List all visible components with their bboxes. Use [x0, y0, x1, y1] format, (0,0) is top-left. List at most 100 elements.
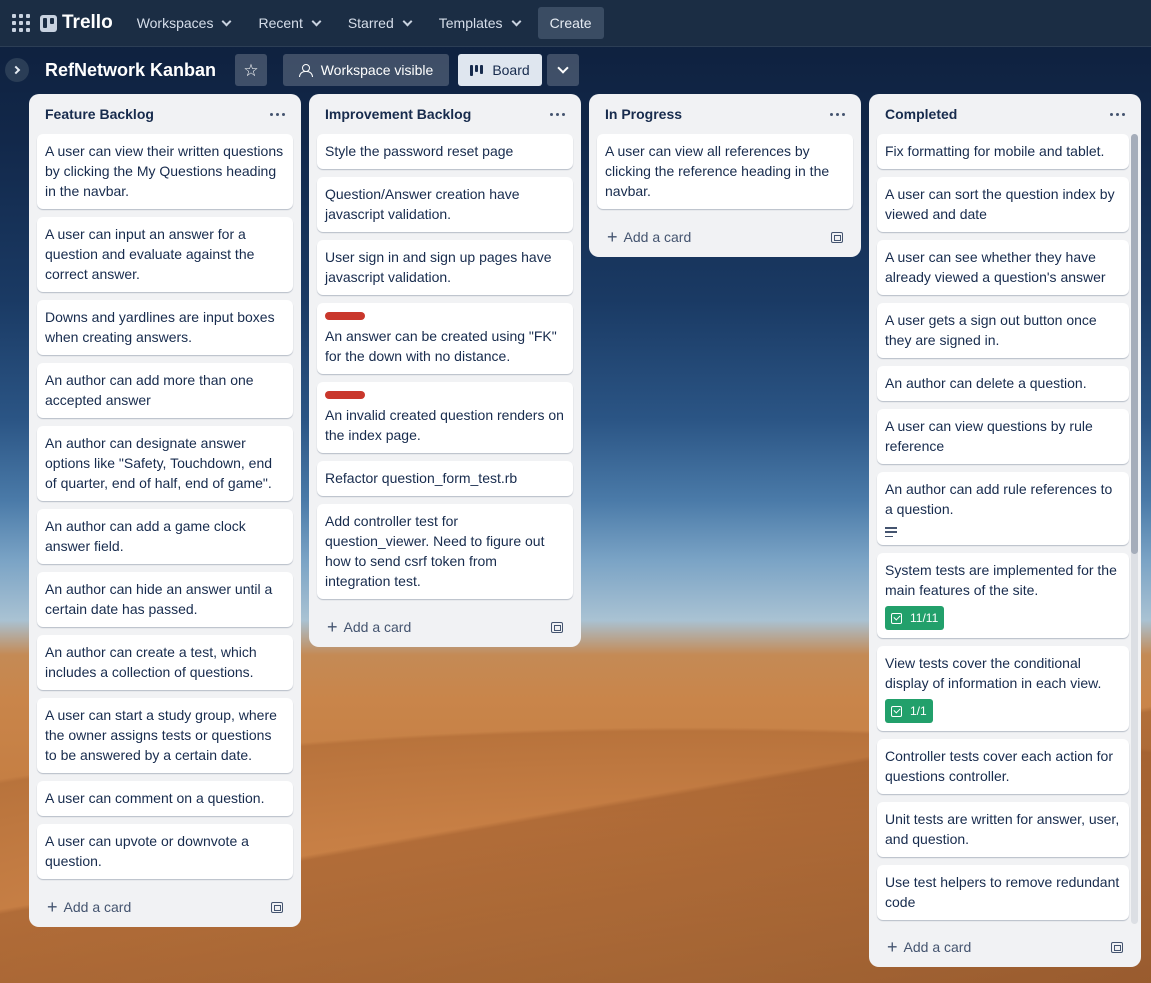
list-title[interactable]: In Progress — [605, 106, 682, 122]
card[interactable]: A user can start a study group, where th… — [37, 698, 293, 773]
app-name: Trello — [62, 12, 113, 33]
board-view-button[interactable]: Board — [458, 54, 542, 86]
view-switcher-button[interactable] — [547, 54, 579, 86]
card[interactable]: Question/Answer creation have javascript… — [317, 177, 573, 232]
list-scrollbar[interactable] — [1131, 134, 1138, 924]
card[interactable]: An author can add a game clock answer fi… — [37, 509, 293, 564]
board-view-icon — [470, 64, 484, 76]
add-card-button[interactable]: + Add a card — [47, 898, 131, 916]
card[interactable]: A user can input an answer for a questio… — [37, 217, 293, 292]
card[interactable]: An author can create a test, which inclu… — [37, 635, 293, 690]
card[interactable]: An author can add rule references to a q… — [877, 472, 1129, 545]
add-card-row: + Add a card — [589, 217, 861, 257]
add-card-label: Add a card — [63, 899, 132, 915]
card-title: A user can view questions by rule refere… — [885, 418, 1093, 454]
checklist-icon — [891, 705, 902, 717]
add-card-button[interactable]: + Add a card — [327, 618, 411, 636]
plus-icon: + — [47, 897, 58, 917]
nav-recent[interactable]: Recent — [248, 7, 329, 39]
card-title: A user can see whether they have already… — [885, 249, 1106, 285]
list-title[interactable]: Improvement Backlog — [325, 106, 471, 122]
add-card-button[interactable]: + Add a card — [607, 228, 691, 246]
card[interactable]: User sign in and sign up pages have java… — [317, 240, 573, 295]
list-header: Improvement Backlog — [309, 94, 581, 134]
top-navbar: Trello Workspaces Recent Starred Templat… — [0, 0, 1151, 47]
card-title: An author can create a test, which inclu… — [45, 644, 257, 680]
card[interactable]: System tests are implemented for the mai… — [877, 553, 1129, 638]
card[interactable]: An author can designate answer options l… — [37, 426, 293, 501]
card[interactable]: Use test helpers to remove redundant cod… — [877, 865, 1129, 920]
card[interactable]: An answer can be created using "FK" for … — [317, 303, 573, 374]
card[interactable]: A user can upvote or downvote a question… — [37, 824, 293, 879]
card[interactable]: A user can view questions by rule refere… — [877, 409, 1129, 464]
card[interactable]: A user gets a sign out button once they … — [877, 303, 1129, 358]
nav-starred[interactable]: Starred — [338, 7, 421, 39]
card[interactable]: An author can hide an answer until a cer… — [37, 572, 293, 627]
card-title: An author can designate answer options l… — [45, 435, 273, 491]
nav-templates[interactable]: Templates — [429, 7, 530, 39]
add-card-row: + Add a card — [869, 927, 1141, 967]
card[interactable]: A user can see whether they have already… — [877, 240, 1129, 295]
card[interactable]: Fix formatting for mobile and tablet. — [877, 134, 1129, 169]
card-title: A user can start a study group, where th… — [45, 707, 277, 763]
card-title: A user can sort the question index by vi… — [885, 186, 1115, 222]
create-from-template-icon[interactable] — [271, 901, 283, 913]
card[interactable]: Refactor question_form_test.rb — [317, 461, 573, 496]
more-options-icon[interactable] — [270, 112, 285, 116]
card[interactable]: Unit tests are written for answer, user,… — [877, 802, 1129, 857]
scrollbar-thumb[interactable] — [1131, 134, 1138, 554]
plus-icon: + — [887, 937, 898, 957]
card-title: An author can add rule references to a q… — [885, 481, 1113, 517]
create-from-template-icon[interactable] — [831, 231, 843, 243]
chevron-down-icon — [511, 16, 522, 26]
add-card-label: Add a card — [623, 229, 692, 245]
more-options-icon[interactable] — [830, 112, 845, 116]
chevron-right-icon — [11, 65, 21, 75]
sidebar-expand-button[interactable] — [5, 58, 29, 82]
list-header: Completed — [869, 94, 1141, 134]
more-options-icon[interactable] — [1110, 112, 1125, 116]
create-from-template-icon[interactable] — [551, 621, 563, 633]
card-label-red[interactable] — [325, 391, 365, 399]
card-title: Refactor question_form_test.rb — [325, 470, 518, 486]
card[interactable]: An author can add more than one accepted… — [37, 363, 293, 418]
trello-logo-icon — [40, 14, 57, 32]
card[interactable]: An author can delete a question. — [877, 366, 1129, 401]
card-title: Use test helpers to remove redundant cod… — [885, 874, 1120, 910]
create-button[interactable]: Create — [537, 7, 604, 39]
board-header: RefNetwork Kanban ☆ Workspace visible Bo… — [0, 47, 1151, 93]
nav-workspaces[interactable]: Workspaces — [127, 7, 241, 39]
card[interactable]: A user can view their written questions … — [37, 134, 293, 209]
card[interactable]: Downs and yardlines are input boxes when… — [37, 300, 293, 355]
card-scroll-area[interactable]: Fix formatting for mobile and tablet. A … — [869, 134, 1141, 927]
card[interactable]: View tests cover the conditional display… — [877, 646, 1129, 731]
nav-templates-label: Templates — [438, 15, 503, 31]
board-title[interactable]: RefNetwork Kanban — [45, 60, 216, 81]
card-label-red[interactable] — [325, 312, 365, 320]
app-switcher-icon[interactable] — [12, 14, 30, 32]
card-title: Add controller test for question_viewer.… — [325, 513, 545, 589]
card-title: An author can add a game clock answer fi… — [45, 518, 246, 554]
card[interactable]: A user can sort the question index by vi… — [877, 177, 1129, 232]
card[interactable]: Style the password reset page — [317, 134, 573, 169]
card[interactable]: Add controller test for question_viewer.… — [317, 504, 573, 599]
card-title: A user can view all references by clicki… — [605, 143, 830, 199]
list-header: In Progress — [589, 94, 861, 134]
visibility-button[interactable]: Workspace visible — [283, 54, 449, 86]
card[interactable]: An invalid created question renders on t… — [317, 382, 573, 453]
list-title[interactable]: Feature Backlog — [45, 106, 154, 122]
star-board-button[interactable]: ☆ — [235, 54, 267, 86]
card[interactable]: A user can comment on a question. — [37, 781, 293, 816]
card[interactable]: Controller tests cover each action for q… — [877, 739, 1129, 794]
trello-logo[interactable]: Trello — [40, 12, 113, 34]
chevron-down-icon — [311, 16, 322, 26]
list-completed: Completed Fix formatting for mobile and … — [869, 94, 1141, 967]
description-icon — [885, 527, 897, 537]
add-card-button[interactable]: + Add a card — [887, 938, 971, 956]
people-icon — [298, 64, 313, 77]
add-card-label: Add a card — [903, 939, 972, 955]
card[interactable]: A user can view all references by clicki… — [597, 134, 853, 209]
create-from-template-icon[interactable] — [1111, 941, 1123, 953]
more-options-icon[interactable] — [550, 112, 565, 116]
list-title[interactable]: Completed — [885, 106, 957, 122]
